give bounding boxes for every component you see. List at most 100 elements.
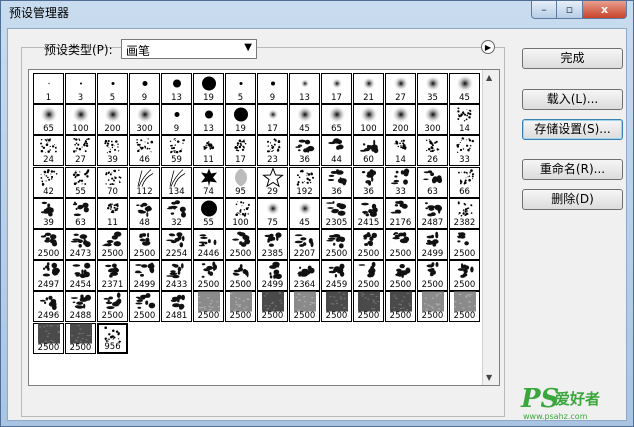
save-settings-button[interactable]: 存储设置(S)...	[522, 119, 623, 140]
preset-type-select[interactable]: 画笔 ▼	[121, 39, 257, 59]
brush-preset[interactable]: 14	[449, 104, 480, 136]
brush-preset[interactable]: 2500	[33, 229, 64, 260]
brush-preset[interactable]: 2500	[417, 260, 448, 292]
brush-preset[interactable]: 2500	[385, 260, 416, 292]
brush-preset[interactable]: 46	[129, 135, 160, 167]
brush-preset[interactable]: 2499	[129, 260, 160, 292]
brush-preset[interactable]: 66	[449, 166, 480, 198]
brush-preset[interactable]: 55	[65, 166, 96, 198]
load-button[interactable]: 载入(L)...	[522, 89, 623, 110]
brush-preset[interactable]: 75	[257, 197, 288, 229]
brush-preset[interactable]: 27	[65, 135, 96, 167]
brush-preset[interactable]: 17	[225, 135, 256, 167]
minimize-button[interactable]: –	[531, 1, 557, 19]
brush-preset[interactable]: 2481	[161, 291, 192, 323]
brush-preset[interactable]: 2499	[417, 229, 448, 260]
brush-preset[interactable]: 2499	[257, 260, 288, 292]
brush-preset[interactable]: 19	[193, 73, 224, 104]
brush-preset[interactable]: 2500	[129, 291, 160, 323]
brush-preset[interactable]: 45	[289, 104, 320, 136]
brush-preset[interactable]: 2500	[65, 322, 96, 354]
brush-preset[interactable]: 956	[97, 322, 128, 354]
brush-preset[interactable]: 45	[289, 197, 320, 229]
brush-preset[interactable]: 100	[65, 104, 96, 136]
brush-preset[interactable]: 29	[257, 166, 288, 198]
brush-preset[interactable]: 74	[193, 166, 224, 198]
brush-preset[interactable]: 2176	[385, 197, 416, 229]
scroll-down-icon[interactable]: ▼	[486, 373, 492, 382]
brush-preset[interactable]: 65	[321, 104, 352, 136]
brush-preset[interactable]: 2487	[417, 197, 448, 229]
brush-preset[interactable]: 33	[385, 166, 416, 198]
brush-preset[interactable]: 59	[161, 135, 192, 167]
brush-preset[interactable]: 2500	[353, 260, 384, 292]
brush-preset[interactable]: 21	[353, 73, 384, 104]
brush-preset[interactable]: 2488	[65, 291, 96, 323]
brush-preset[interactable]: 2446	[193, 229, 224, 260]
brush-preset[interactable]: 2500	[193, 260, 224, 292]
brush-preset[interactable]: 2207	[289, 229, 320, 260]
brush-preset[interactable]: 100	[353, 104, 384, 136]
brush-preset[interactable]: 24	[33, 135, 64, 167]
brush-preset[interactable]: 2305	[321, 197, 352, 229]
brush-preset[interactable]: 134	[161, 166, 192, 198]
panel-menu-icon[interactable]: ▶	[481, 40, 495, 54]
brush-preset[interactable]: 60	[353, 135, 384, 167]
brush-preset[interactable]: 3	[65, 73, 96, 104]
brush-preset[interactable]: 2371	[97, 260, 128, 292]
brush-preset[interactable]: 39	[33, 197, 64, 229]
brush-preset-list[interactable]: 1 3 5 9 13 19 5 9 13 17 21 27 35 45 65 100 200 300 9 13 19 17…	[28, 69, 500, 386]
brush-preset[interactable]: 63	[417, 166, 448, 198]
brush-preset[interactable]: 300	[417, 104, 448, 136]
brush-preset[interactable]: 2500	[289, 291, 320, 323]
delete-button[interactable]: 删除(D)	[522, 189, 623, 210]
brush-preset[interactable]: 2500	[257, 291, 288, 323]
brush-preset[interactable]: 35	[417, 73, 448, 104]
brush-preset[interactable]: 1	[33, 73, 64, 104]
brush-preset[interactable]: 2500	[193, 291, 224, 323]
brush-preset[interactable]: 2500	[225, 229, 256, 260]
close-button[interactable]: x	[583, 1, 627, 19]
rename-button[interactable]: 重命名(R)...	[522, 159, 623, 180]
brush-preset[interactable]: 112	[129, 166, 160, 198]
brush-preset[interactable]: 200	[97, 104, 128, 136]
brush-preset[interactable]: 2500	[385, 291, 416, 323]
brush-preset[interactable]: 45	[449, 73, 480, 104]
brush-preset[interactable]: 2500	[129, 229, 160, 260]
brush-preset[interactable]: 39	[97, 135, 128, 167]
brush-preset[interactable]: 2496	[33, 291, 64, 323]
brush-preset[interactable]: 2500	[225, 291, 256, 323]
brush-preset[interactable]: 95	[225, 166, 256, 198]
brush-preset[interactable]: 32	[161, 197, 192, 229]
brush-preset[interactable]: 2254	[161, 229, 192, 260]
brush-preset[interactable]: 2473	[65, 229, 96, 260]
maximize-button[interactable]: ▫	[557, 1, 583, 19]
brush-preset[interactable]: 13	[289, 73, 320, 104]
done-button[interactable]: 完成	[522, 48, 623, 69]
brush-preset[interactable]: 11	[193, 135, 224, 167]
brush-preset[interactable]: 70	[97, 166, 128, 198]
vertical-scrollbar[interactable]: ▲ ▼	[482, 70, 499, 385]
brush-preset[interactable]: 2500	[33, 322, 64, 354]
brush-preset[interactable]: 2500	[449, 291, 480, 323]
brush-preset[interactable]: 2500	[97, 291, 128, 323]
brush-preset[interactable]: 2500	[353, 291, 384, 323]
brush-preset[interactable]: 2500	[449, 260, 480, 292]
brush-preset[interactable]: 63	[65, 197, 96, 229]
brush-preset[interactable]: 5	[97, 73, 128, 104]
brush-preset[interactable]: 2497	[33, 260, 64, 292]
brush-preset[interactable]: 2500	[353, 229, 384, 260]
brush-preset[interactable]: 2500	[225, 260, 256, 292]
brush-preset[interactable]: 192	[289, 166, 320, 198]
brush-preset[interactable]: 5	[225, 73, 256, 104]
brush-preset[interactable]: 11	[97, 197, 128, 229]
brush-preset[interactable]: 33	[449, 135, 480, 167]
brush-preset[interactable]: 2500	[321, 229, 352, 260]
brush-preset[interactable]: 200	[385, 104, 416, 136]
brush-preset[interactable]: 17	[321, 73, 352, 104]
brush-preset[interactable]: 300	[129, 104, 160, 136]
brush-preset[interactable]: 2500	[97, 229, 128, 260]
brush-preset[interactable]: 2364	[289, 260, 320, 292]
brush-preset[interactable]: 2385	[257, 229, 288, 260]
brush-preset[interactable]: 2382	[449, 197, 480, 229]
